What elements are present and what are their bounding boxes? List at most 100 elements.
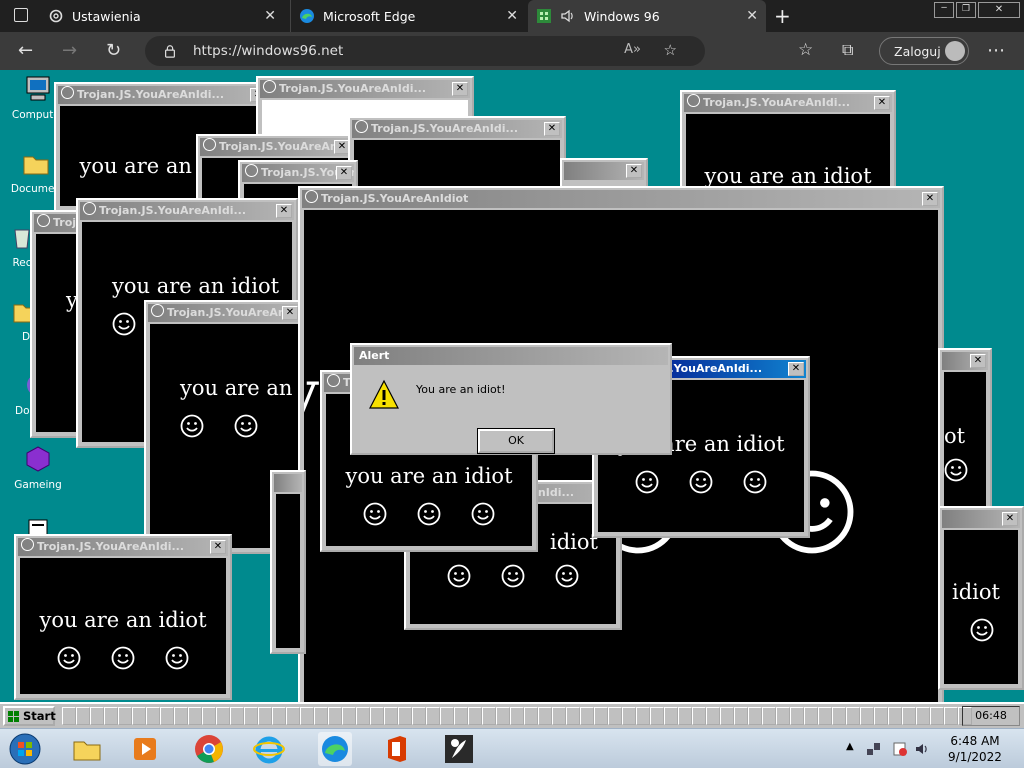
read-aloud-icon[interactable]: A» <box>624 42 641 57</box>
taskbar-window-button[interactable] <box>692 707 706 725</box>
action-center-icon[interactable] <box>892 741 908 757</box>
close-button[interactable]: ✕ <box>452 82 468 96</box>
chrome-icon[interactable] <box>192 732 226 766</box>
trojan-window[interactable] <box>270 470 306 654</box>
alert-titlebar[interactable]: Alert <box>354 347 668 365</box>
taskbar-window-button[interactable] <box>118 707 132 725</box>
taskbar-window-button[interactable] <box>216 707 230 725</box>
edge-icon[interactable] <box>318 732 352 766</box>
taskbar-window-button[interactable] <box>566 707 580 725</box>
taskbar-window-button[interactable] <box>384 707 398 725</box>
ok-button[interactable]: OK <box>477 428 555 454</box>
taskbar-window-button[interactable] <box>202 707 216 725</box>
close-tab-icon[interactable]: ✕ <box>506 8 518 24</box>
taskbar-window-button[interactable] <box>258 707 272 725</box>
close-button[interactable]: ✕ <box>874 96 890 110</box>
trojan-window[interactable]: Trojan.JS.YouAreAnIdi... ✕ you are an id… <box>14 534 232 700</box>
alert-dialog[interactable]: Alert You are an idiot! OK <box>350 343 672 455</box>
taskbar-window-button[interactable] <box>496 707 510 725</box>
close-button[interactable]: ✕ <box>626 164 642 178</box>
taskbar-window-button[interactable] <box>818 707 832 725</box>
restore-window-button[interactable]: ❐ <box>956 2 976 18</box>
taskbar-window-button[interactable] <box>356 707 370 725</box>
taskbar-window-button[interactable] <box>916 707 930 725</box>
taskbar-window-button[interactable] <box>762 707 776 725</box>
taskbar-window-button[interactable] <box>888 707 902 725</box>
close-button[interactable]: ✕ <box>544 122 560 136</box>
close-tab-icon[interactable]: ✕ <box>746 8 758 24</box>
taskbar-window-button[interactable] <box>174 707 188 725</box>
minimize-window-button[interactable]: ‒ <box>934 2 954 18</box>
tab-actions-icon[interactable] <box>14 8 28 22</box>
window-titlebar[interactable]: Trojan.JS.YouAreAnIdi... <box>260 80 470 98</box>
taskbar-window-button[interactable] <box>930 707 944 725</box>
window-titlebar[interactable]: Trojan.JS.YouAreAnIdi... <box>58 86 268 104</box>
close-button[interactable]: ✕ <box>282 306 298 320</box>
taskbar-window-button[interactable] <box>552 707 566 725</box>
start-button[interactable]: Start <box>3 706 56 726</box>
taskbar-window-button[interactable] <box>412 707 426 725</box>
taskbar-window-button[interactable] <box>510 707 524 725</box>
window-titlebar[interactable]: Trojan.JS.YouAreAnIdi... <box>148 304 300 322</box>
taskbar-window-button[interactable] <box>706 707 720 725</box>
close-tab-icon[interactable]: ✕ <box>264 8 276 24</box>
taskbar-window-button[interactable] <box>622 707 636 725</box>
taskbar-window-button[interactable] <box>244 707 258 725</box>
window-titlebar[interactable]: Trojan.JS.YouAreAnIdi... <box>18 538 228 556</box>
taskbar-window-button[interactable] <box>860 707 874 725</box>
close-window-button[interactable]: ✕ <box>978 2 1020 18</box>
taskbar-window-button[interactable] <box>370 707 384 725</box>
taskbar-window-button[interactable] <box>720 707 734 725</box>
taskbar-window-button[interactable] <box>846 707 860 725</box>
taskbar-window-button[interactable] <box>804 707 818 725</box>
window-titlebar[interactable]: Trojan.JS.YouAreAnIdiot <box>302 190 940 208</box>
taskbar-window-button[interactable] <box>62 707 76 725</box>
close-button[interactable]: ✕ <box>922 192 938 206</box>
tab-windows96[interactable]: Windows 96 ✕ <box>528 0 766 32</box>
taskbar-window-button[interactable] <box>328 707 342 725</box>
taskbar-window-button[interactable] <box>426 707 440 725</box>
window-titlebar[interactable]: Trojan.JS.YouAreAnIdi... <box>80 202 294 220</box>
internet-explorer-icon[interactable] <box>252 732 286 766</box>
taskbar-window-button[interactable] <box>398 707 412 725</box>
window-titlebar[interactable] <box>274 474 302 492</box>
taskbar-window-button[interactable] <box>440 707 454 725</box>
taskbar-window-button[interactable] <box>160 707 174 725</box>
host-clock[interactable]: 6:48 AM 9/1/2022 <box>940 733 1010 765</box>
tab-microsoft-edge[interactable]: Microsoft Edge ✕ <box>290 0 526 32</box>
taskbar-window-button[interactable] <box>874 707 888 725</box>
taskbar-window-button[interactable] <box>76 707 90 725</box>
taskbar-window-button[interactable] <box>132 707 146 725</box>
collections-icon[interactable]: ⧉ <box>842 40 853 60</box>
taskbar-window-button[interactable] <box>230 707 244 725</box>
trojan-window[interactable]: ✕ ot <box>938 348 992 518</box>
taskbar-window-button[interactable] <box>944 707 958 725</box>
show-hidden-icons-button[interactable]: ▲ <box>846 741 854 752</box>
close-button[interactable]: ✕ <box>276 204 292 218</box>
favorites-icon[interactable]: ☆ <box>798 40 813 60</box>
close-button[interactable]: ✕ <box>336 166 352 180</box>
forward-button[interactable]: → <box>62 40 77 61</box>
taskbar-window-button[interactable] <box>482 707 496 725</box>
taskbar-window-button[interactable] <box>314 707 328 725</box>
taskbar-window-button[interactable] <box>468 707 482 725</box>
profile-button[interactable]: Zaloguj <box>879 37 969 65</box>
lock-icon[interactable] <box>163 43 177 59</box>
taskbar-window-button[interactable] <box>664 707 678 725</box>
taskbar-window-button[interactable] <box>650 707 664 725</box>
taskbar-window-button[interactable] <box>776 707 790 725</box>
refresh-button[interactable]: ↻ <box>106 40 121 61</box>
close-button[interactable]: ✕ <box>1002 512 1018 526</box>
close-button[interactable]: ✕ <box>210 540 226 554</box>
tab-settings[interactable]: Ustawienia ✕ <box>48 0 284 32</box>
window-titlebar[interactable]: Trojan.JS.YouAreAnIdi... <box>684 94 892 112</box>
taskbar-window-button[interactable] <box>524 707 538 725</box>
network-icon[interactable] <box>866 741 882 757</box>
desktop-icon-gameing[interactable]: Gameing <box>8 444 68 491</box>
taskbar-window-button[interactable] <box>104 707 118 725</box>
taskbar-window-button[interactable] <box>300 707 314 725</box>
taskbar-window-button[interactable] <box>748 707 762 725</box>
taskbar-window-button[interactable] <box>832 707 846 725</box>
more-menu-icon[interactable]: ⋯ <box>987 40 1005 61</box>
taskbar-window-button[interactable] <box>594 707 608 725</box>
